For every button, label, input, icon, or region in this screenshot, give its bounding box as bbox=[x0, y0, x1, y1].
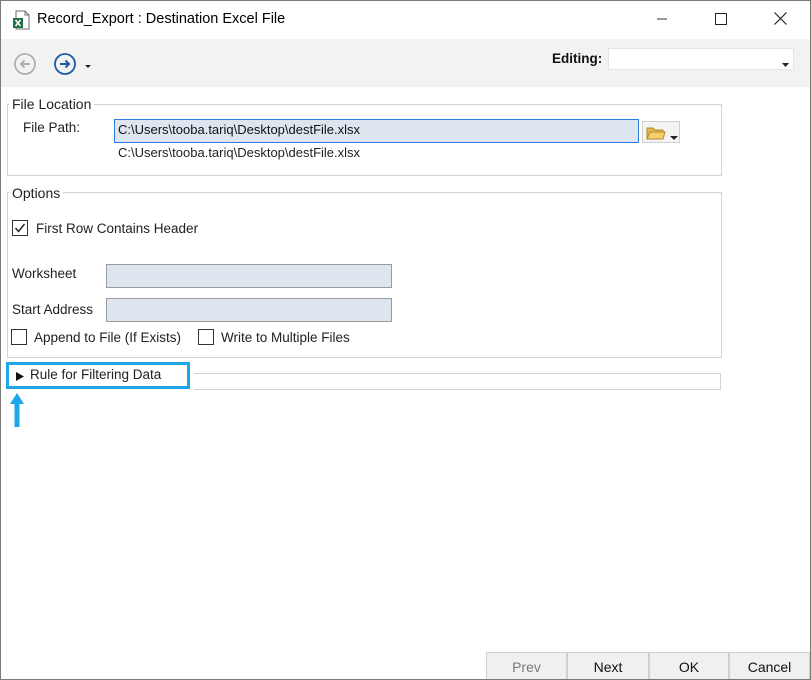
forward-arrow-icon[interactable] bbox=[53, 52, 77, 76]
ok-button[interactable]: OK bbox=[649, 652, 729, 679]
dialog-window: Record_Export : Destination Excel File E… bbox=[0, 0, 811, 680]
editing-select[interactable] bbox=[608, 48, 794, 70]
back-arrow-icon[interactable] bbox=[13, 52, 37, 76]
close-icon bbox=[773, 12, 787, 28]
next-button[interactable]: Next bbox=[567, 652, 649, 679]
resolved-path-text: C:\Users\tooba.tariq\Desktop\destFile.xl… bbox=[118, 145, 361, 160]
window-title: Record_Export : Destination Excel File bbox=[37, 11, 286, 27]
toolbar: Editing: bbox=[1, 39, 810, 87]
file-path-label: File Path: bbox=[23, 120, 81, 135]
folder-icon bbox=[646, 125, 666, 144]
file-location-legend: File Location bbox=[9, 96, 95, 112]
excel-file-icon bbox=[12, 10, 32, 30]
start-address-label: Start Address bbox=[12, 302, 94, 317]
history-dropdown-icon[interactable] bbox=[83, 59, 93, 69]
editing-label: Editing: bbox=[552, 51, 603, 66]
worksheet-label: Worksheet bbox=[12, 266, 77, 281]
rule-filter-toggle[interactable]: Rule for Filtering Data bbox=[30, 367, 161, 382]
maximize-icon bbox=[715, 12, 727, 28]
multiple-files-label: Write to Multiple Files bbox=[221, 330, 350, 345]
minimize-icon bbox=[656, 13, 668, 28]
chevron-down-icon bbox=[781, 56, 790, 71]
first-row-header-label: First Row Contains Header bbox=[36, 221, 199, 236]
file-path-input[interactable]: C:\Users\tooba.tariq\Desktop\destFile.xl… bbox=[114, 119, 639, 143]
multiple-files-checkbox[interactable] bbox=[198, 329, 214, 345]
minimize-button[interactable] bbox=[633, 1, 691, 39]
maximize-button[interactable] bbox=[692, 1, 750, 39]
worksheet-input[interactable] bbox=[106, 264, 392, 288]
rule-group-border bbox=[194, 373, 721, 390]
cancel-button[interactable]: Cancel bbox=[729, 652, 810, 679]
checkmark-icon bbox=[14, 222, 26, 237]
start-address-input[interactable] bbox=[106, 298, 392, 322]
title-bar: Record_Export : Destination Excel File bbox=[1, 1, 810, 39]
browse-button[interactable] bbox=[642, 121, 680, 143]
first-row-header-checkbox[interactable] bbox=[12, 220, 28, 236]
close-button[interactable] bbox=[751, 1, 809, 39]
append-checkbox[interactable] bbox=[11, 329, 27, 345]
expand-triangle-icon[interactable] bbox=[16, 369, 24, 384]
browse-dropdown-icon bbox=[670, 129, 678, 144]
up-arrow-icon bbox=[10, 393, 24, 427]
append-label: Append to File (If Exists) bbox=[34, 330, 182, 345]
prev-button[interactable]: Prev bbox=[486, 652, 567, 679]
options-legend: Options bbox=[9, 185, 64, 201]
